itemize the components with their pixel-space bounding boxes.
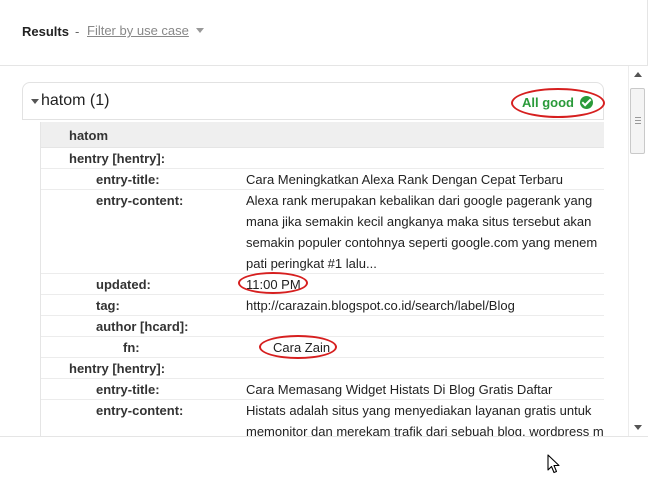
annotation-oval-fn [259,335,337,359]
property-value: Histats adalah situs yang menyediakan la… [246,403,604,436]
results-toolbar: Results - Filter by use case [0,0,648,66]
hatom-properties-panel: hatom hentry [hentry]: entry-title: Cara… [40,122,604,436]
scroll-up-arrow-icon[interactable] [634,72,642,77]
table-row: entry-title: Cara Meningkatkan Alexa Ran… [41,169,604,190]
scrollbar-thumb[interactable] [630,88,645,154]
hatom-item-title: hatom (1) [41,92,110,109]
property-value: http://carazain.blogspot.co.id/search/la… [246,298,515,313]
property-value: Alexa rank merupakan kebalikan dari goog… [246,193,598,271]
table-row: entry-content: Alexa rank merupakan keba… [41,190,604,274]
property-value: Cara Meningkatkan Alexa Rank Dengan Cepa… [246,172,564,187]
property-key: entry-title: [96,172,160,187]
table-row: tag: http://carazain.blogspot.co.id/sear… [41,295,604,316]
property-value: Cara Memasang Widget Histats Di Blog Gra… [246,382,553,397]
vertical-scrollbar[interactable] [628,66,647,436]
table-row: hentry [hentry]: [41,358,604,379]
results-label: Results [22,24,69,39]
property-key: hentry [hentry]: [69,151,166,166]
collapse-triangle-icon[interactable] [31,99,39,104]
results-scroll-area: hatom (1) All good hatom hentry [hentry]… [0,66,628,436]
property-key: fn: [123,340,140,355]
grip-line [635,120,641,121]
grip-line [635,123,641,124]
table-row: author [hcard]: [41,316,604,337]
property-key: author [hcard]: [96,319,189,334]
filter-dropdown-icon[interactable] [196,28,204,33]
annotation-oval-status [511,88,605,118]
bottom-divider [0,436,648,437]
property-key: hentry [hentry]: [69,361,166,376]
property-key: entry-title: [96,382,160,397]
filter-by-use-case-link[interactable]: Filter by use case [87,23,189,38]
property-key: updated: [96,277,151,292]
table-row: hentry [hentry]: [41,148,604,169]
table-row: updated: 11:00 PM [41,274,604,295]
grip-line [635,117,641,118]
table-row: entry-content: Histats adalah situs yang… [41,400,604,436]
annotation-oval-updated [238,272,308,294]
panel-header: hatom [41,122,604,148]
scroll-down-arrow-icon[interactable] [634,425,642,430]
property-key: entry-content: [96,193,184,208]
table-row: entry-title: Cara Memasang Widget Histat… [41,379,604,400]
property-key: entry-content: [96,403,184,418]
mouse-pointer-icon [547,454,560,474]
toolbar-separator: - [75,24,80,39]
property-key: tag: [96,298,120,313]
